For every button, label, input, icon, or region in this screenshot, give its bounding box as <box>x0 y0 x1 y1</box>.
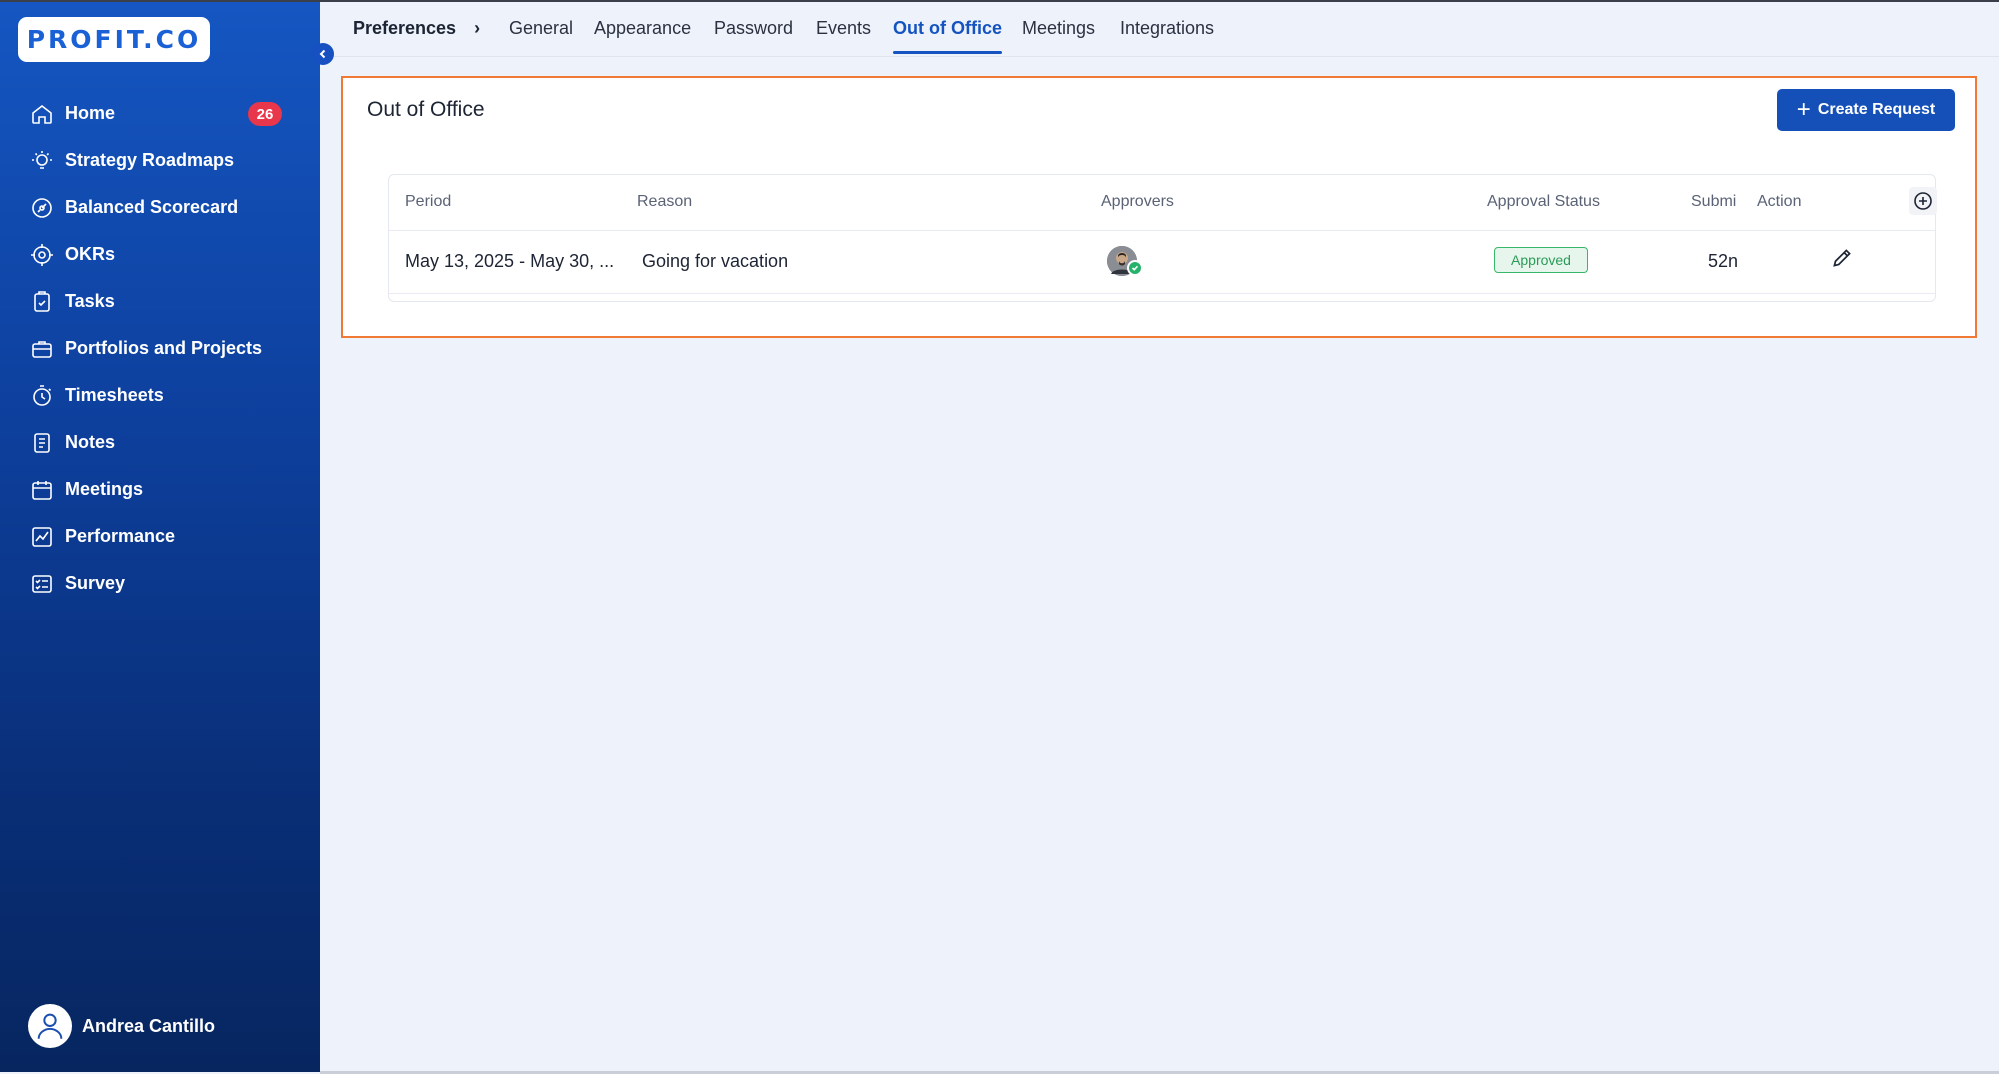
notification-badge: 26 <box>248 102 282 126</box>
approved-check-icon <box>1127 260 1143 276</box>
breadcrumb[interactable]: Preferences › <box>353 18 480 39</box>
calendar-icon <box>32 480 52 500</box>
out-of-office-card: Out of Office + Create Request Period Re… <box>341 76 1977 338</box>
stopwatch-icon <box>33 384 52 406</box>
clipboard-check-icon <box>34 290 50 312</box>
column-header-reason[interactable]: Reason <box>637 193 692 211</box>
sidebar-item-performance[interactable]: Performance <box>0 513 320 560</box>
sidebar-nav: Home 26 Strategy Roadmaps Balanced Score… <box>0 90 320 607</box>
tab-general[interactable]: General <box>509 18 573 39</box>
sidebar-item-notes[interactable]: Notes <box>0 419 320 466</box>
sidebar-item-tasks[interactable]: Tasks <box>0 278 320 325</box>
column-header-period[interactable]: Period <box>405 193 451 211</box>
user-profile[interactable]: Andrea Cantillo <box>28 1004 215 1048</box>
page-title: Out of Office <box>367 98 485 121</box>
create-request-button[interactable]: + Create Request <box>1777 89 1955 131</box>
survey-icon <box>32 574 52 593</box>
lightbulb-icon <box>32 150 52 169</box>
sidebar-item-label: Tasks <box>65 291 115 311</box>
sidebar-item-label: OKRs <box>65 244 116 264</box>
column-header-approval-status[interactable]: Approval Status <box>1487 193 1600 211</box>
sidebar-item-label: Timesheets <box>65 385 164 405</box>
row-divider <box>389 293 1935 294</box>
profitco-logo[interactable]: PROFIT.CO <box>18 17 210 62</box>
tab-events[interactable]: Events <box>816 18 871 39</box>
sidebar-item-label: Balanced Scorecard <box>65 197 239 217</box>
reason-cell: Going for vacation <box>642 251 789 271</box>
period-cell: May 13, 2025 - May 30, ... <box>405 251 615 271</box>
avatar <box>28 1004 72 1048</box>
plus-circle-icon <box>1914 192 1932 210</box>
sidebar-item-portfolios[interactable]: Portfolios and Projects <box>0 325 320 372</box>
sidebar-item-strategy-roadmaps[interactable]: Strategy Roadmaps <box>0 137 320 184</box>
approver-avatar[interactable] <box>1107 246 1143 276</box>
sidebar-item-meetings[interactable]: Meetings <box>0 466 320 513</box>
sidebar-item-label: Home <box>65 103 116 123</box>
notes-icon <box>34 432 50 453</box>
tab-appearance[interactable]: Appearance <box>594 18 691 39</box>
tab-integrations[interactable]: Integrations <box>1120 18 1214 39</box>
collapse-sidebar-button[interactable] <box>312 43 334 65</box>
sidebar-item-label: Meetings <box>65 479 144 499</box>
briefcase-icon <box>32 340 52 358</box>
sidebar-item-label: Performance <box>65 526 176 546</box>
sidebar-item-okrs[interactable]: OKRs <box>0 231 320 278</box>
sidebar-item-label: Portfolios and Projects <box>65 338 263 358</box>
scorecard-icon <box>32 197 52 218</box>
performance-chart-icon <box>32 526 52 547</box>
column-header-action: Action <box>1757 193 1802 210</box>
logo-text: PROFIT.CO <box>26 25 202 54</box>
add-column-button[interactable] <box>1909 187 1937 215</box>
sidebar-item-label: Strategy Roadmaps <box>65 150 235 170</box>
chevron-right-icon: › <box>474 18 481 38</box>
column-header-approvers[interactable]: Approvers <box>1101 193 1174 211</box>
tab-out-of-office[interactable]: Out of Office <box>893 18 1002 54</box>
sidebar-item-balanced-scorecard[interactable]: Balanced Scorecard <box>0 184 320 231</box>
pencil-icon <box>1833 249 1851 267</box>
user-icon <box>37 1013 63 1039</box>
column-header-submitted[interactable]: Submi <box>1691 193 1736 211</box>
chevron-left-icon <box>319 49 326 59</box>
requests-table: Period Reason Approvers Approval Status … <box>388 174 1937 302</box>
home-icon <box>32 104 52 124</box>
target-icon <box>31 243 53 266</box>
tab-password[interactable]: Password <box>714 18 793 39</box>
sidebar-item-timesheets[interactable]: Timesheets <box>0 372 320 419</box>
plus-icon: + <box>1796 96 1811 123</box>
sidebar: PROFIT.CO Home 26 Strategy Roadmaps Bala… <box>0 0 320 1072</box>
sidebar-item-home[interactable]: Home 26 <box>0 90 320 137</box>
preferences-tabs: Preferences › General Appearance Passwor… <box>320 0 1999 57</box>
header-divider <box>389 230 1935 231</box>
create-request-label: Create Request <box>1817 101 1936 118</box>
user-name: Andrea Cantillo <box>82 1015 216 1036</box>
breadcrumb-label: Preferences <box>353 18 457 38</box>
status-badge: Approved <box>1494 247 1588 273</box>
sidebar-item-label: Survey <box>65 573 126 593</box>
submitted-cell: 52n <box>1708 251 1739 271</box>
sidebar-item-label: Notes <box>65 432 116 452</box>
edit-button[interactable] <box>1829 245 1855 271</box>
tab-meetings[interactable]: Meetings <box>1022 18 1095 39</box>
sidebar-item-survey[interactable]: Survey <box>0 560 320 607</box>
